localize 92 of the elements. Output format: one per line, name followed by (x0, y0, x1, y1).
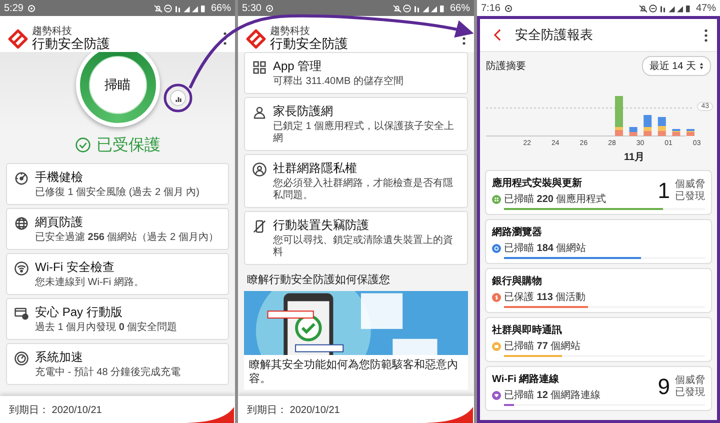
category-title: 應用程式安裝與更新 (492, 176, 583, 190)
feature-detail: 已鎖定 1 個應用程式，以保護孩子安全上網 (273, 121, 456, 145)
range-dropdown[interactable]: 最近 14 天 (642, 56, 711, 76)
card-icon (14, 306, 29, 321)
feature-title: 家長防護網 (273, 103, 334, 120)
status-icons-drawing (152, 4, 207, 12)
status-icons-drawing (638, 4, 692, 12)
summary-title: 防護摘要 (486, 60, 526, 73)
feature-card[interactable]: App 管理 可釋出 311.40MB 的儲存空間 (244, 52, 468, 94)
feature-title: App 管理 (273, 58, 323, 75)
status-icons-drawing (392, 4, 446, 12)
feature-detail: 已安全過濾 256 個網站（過去 2 個月內） (35, 232, 218, 244)
notification-icon (27, 4, 36, 12)
feature-card[interactable]: 系統加速 充電中 - 預計 48 分鐘後完成充電 (6, 343, 229, 385)
article-caption: 瞭解其安全功能如何為您防範駭客和惡意內容。 (248, 358, 459, 388)
feature-title: 網頁防護 (35, 214, 84, 231)
feature-title: 安心 Pay 行動版 (35, 304, 124, 321)
menu-icon[interactable] (223, 32, 227, 45)
gauge-icon (14, 171, 29, 186)
person-icon (252, 162, 267, 177)
category-detail: 已掃瞄 12 個網路連線 (504, 388, 601, 402)
protection-status: 已受保護 (96, 136, 160, 156)
feature-card[interactable]: 安心 Pay 行動版 過去 1 個月內發現 0 個安全問題 (6, 298, 229, 340)
category-detail: 已保護 113 個活動 (504, 290, 586, 304)
clock-time: 5:29 (4, 2, 24, 14)
category-title: 社群與即時通訊 (492, 324, 563, 337)
article-card[interactable]: 瞭解其安全功能如何為您防範駭客和惡意內容。 (244, 291, 468, 390)
feature-detail: 過去 1 個月內發現 0 個安全問題 (35, 322, 178, 334)
category-card[interactable]: 網路瀏覽器 已掃瞄 184 個網站 (485, 219, 712, 264)
person-icon (252, 105, 267, 120)
category-detail: 已掃瞄 77 個網站 (504, 340, 581, 353)
clock-time: 5:30 (242, 2, 262, 14)
category-detail: 已掃瞄 220 個應用程式 (504, 192, 606, 206)
up-down-icon (699, 62, 704, 70)
logo-icon (8, 28, 28, 48)
category-title: 銀行與購物 (492, 274, 543, 288)
battery-percentage: 47% (696, 2, 716, 14)
category-title: 網路瀏覽器 (492, 226, 543, 239)
feature-title: Wi-Fi 安全檢查 (35, 259, 116, 276)
globe-icon (14, 216, 29, 231)
feature-detail: 已修復 1 個安全風險 (過去 2 個月 內) (35, 187, 200, 199)
expiry-date: 到期日： 2020/10/21 (247, 404, 340, 416)
feature-title: 行動裝置失竊防護 (273, 217, 370, 234)
highlight-circle (163, 83, 193, 113)
brand-name: 趨勢科技 (32, 27, 73, 37)
category-title: Wi-Fi 網路連線 (492, 372, 560, 386)
threat-count: 1 (658, 178, 670, 204)
bar-chart-icon (174, 94, 182, 102)
feature-card[interactable]: 行動裝置失竊防護 您可以尋找、鎖定或清除遺失裝置上的資料 (244, 211, 468, 265)
grid-icon (252, 60, 267, 75)
feature-card[interactable]: 網頁防護 已安全過濾 256 個網站（過去 2 個月內） (6, 208, 229, 250)
screen-title: 安全防護報表 (515, 26, 593, 44)
app-title: 行動安全防護 (32, 37, 110, 50)
brand-name: 趨勢科技 (270, 27, 311, 37)
feature-title: 系統加速 (35, 349, 84, 366)
feature-card[interactable]: 手機健檢 已修復 1 個安全風險 (過去 2 個月 內) (6, 163, 229, 205)
battery-percentage: 66% (450, 2, 470, 14)
category-card[interactable]: 銀行與購物 已保護 113 個活動 (485, 268, 712, 313)
feature-detail: 充電中 - 預計 48 分鐘後完成充電 (35, 367, 181, 379)
feature-title: 社群網路隱私權 (273, 160, 358, 177)
wifi-icon (14, 261, 29, 276)
report-button[interactable] (170, 90, 186, 106)
feature-detail: 可釋出 311.40MB 的儲存空間 (273, 76, 404, 88)
back-icon[interactable] (494, 29, 501, 41)
logo-icon (246, 28, 266, 48)
feature-card[interactable]: Wi-Fi 安全檢查 您未連線到 Wi-Fi 網路。 (6, 253, 229, 295)
notification-icon (265, 4, 274, 12)
feature-card[interactable]: 社群網路隱私權 您必須登入社群網路，才能檢查是否有隱私問題。 (244, 154, 468, 208)
section-heading: 瞭解行動安全防護如何保護您 (246, 272, 391, 288)
feature-card[interactable]: 家長防護網 已鎖定 1 個應用程式，以保護孩子安全上網 (244, 97, 468, 151)
menu-icon[interactable] (704, 28, 708, 42)
threat-count: 9 (658, 374, 670, 400)
threat-label: 個威脅 (675, 375, 705, 387)
speedometer-icon (14, 351, 29, 366)
feature-detail: 您可以尋找、鎖定或清除遺失裝置上的資料 (273, 235, 454, 259)
expiry-date: 到期日： 2020/10/21 (9, 404, 102, 416)
axis-month: 11月 (624, 152, 645, 163)
app-title: 行動安全防護 (270, 37, 348, 50)
found-label: 已發現 (675, 387, 705, 399)
notification-icon (504, 4, 514, 12)
feature-title: 手機健檢 (35, 169, 84, 186)
feature-detail: 您必須登入社群網路，才能檢查是否有隱私問題。 (273, 178, 454, 202)
threat-label: 個威脅 (675, 179, 705, 191)
scan-button[interactable]: 掃瞄 (88, 56, 146, 114)
phone-slash-icon (252, 219, 267, 234)
clock-time: 7:16 (481, 2, 500, 14)
found-label: 已發現 (675, 191, 705, 203)
category-card[interactable]: 社群與即時通訊 已掃瞄 77 個網站 (485, 317, 712, 362)
category-detail: 已掃瞄 184 個網站 (504, 242, 586, 255)
check-circle-icon (74, 137, 90, 153)
feature-detail: 您未連線到 Wi-Fi 網路。 (35, 277, 144, 289)
battery-percentage: 66% (210, 2, 231, 14)
